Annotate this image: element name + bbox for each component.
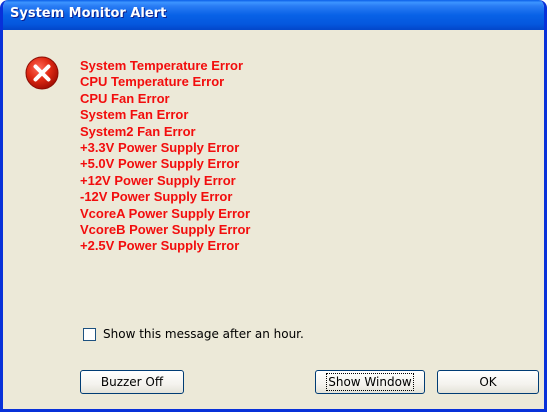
window-title: System Monitor Alert bbox=[10, 6, 167, 21]
error-message: CPU Fan Error bbox=[80, 90, 170, 106]
error-message: -12V Power Supply Error bbox=[80, 189, 233, 205]
alert-dialog: System Monitor Alert System Temperature … bbox=[0, 0, 547, 412]
error-message: +12V Power Supply Error bbox=[80, 172, 236, 188]
show-window-label: Show Window bbox=[326, 373, 414, 391]
show-window-button[interactable]: Show Window bbox=[315, 370, 425, 394]
ok-label: OK bbox=[479, 375, 497, 389]
error-message: +2.5V Power Supply Error bbox=[80, 238, 240, 254]
buzzer-off-label: Buzzer Off bbox=[100, 375, 164, 389]
error-message: VcoreA Power Supply Error bbox=[80, 205, 251, 221]
buzzer-off-button[interactable]: Buzzer Off bbox=[80, 370, 184, 394]
show-after-hour-option[interactable]: Show this message after an hour. bbox=[83, 326, 304, 342]
error-message: System Temperature Error bbox=[80, 58, 244, 73]
error-x-icon bbox=[25, 56, 59, 90]
error-list: System Temperature Error CPU Temperature … bbox=[80, 58, 251, 255]
error-message: +3.3V Power Supply Error bbox=[80, 139, 240, 155]
error-message: VcoreB Power Supply Error bbox=[80, 221, 251, 237]
error-message: System Fan Error bbox=[80, 107, 189, 123]
error-message: CPU Temperature Error bbox=[80, 74, 225, 90]
error-message: System2 Fan Error bbox=[80, 123, 196, 139]
title-bar[interactable]: System Monitor Alert bbox=[3, 0, 544, 30]
show-after-hour-label[interactable]: Show this message after an hour. bbox=[103, 327, 304, 341]
ok-button[interactable]: OK bbox=[437, 370, 539, 394]
show-after-hour-checkbox[interactable] bbox=[83, 327, 96, 341]
error-message: +5.0V Power Supply Error bbox=[80, 156, 240, 172]
